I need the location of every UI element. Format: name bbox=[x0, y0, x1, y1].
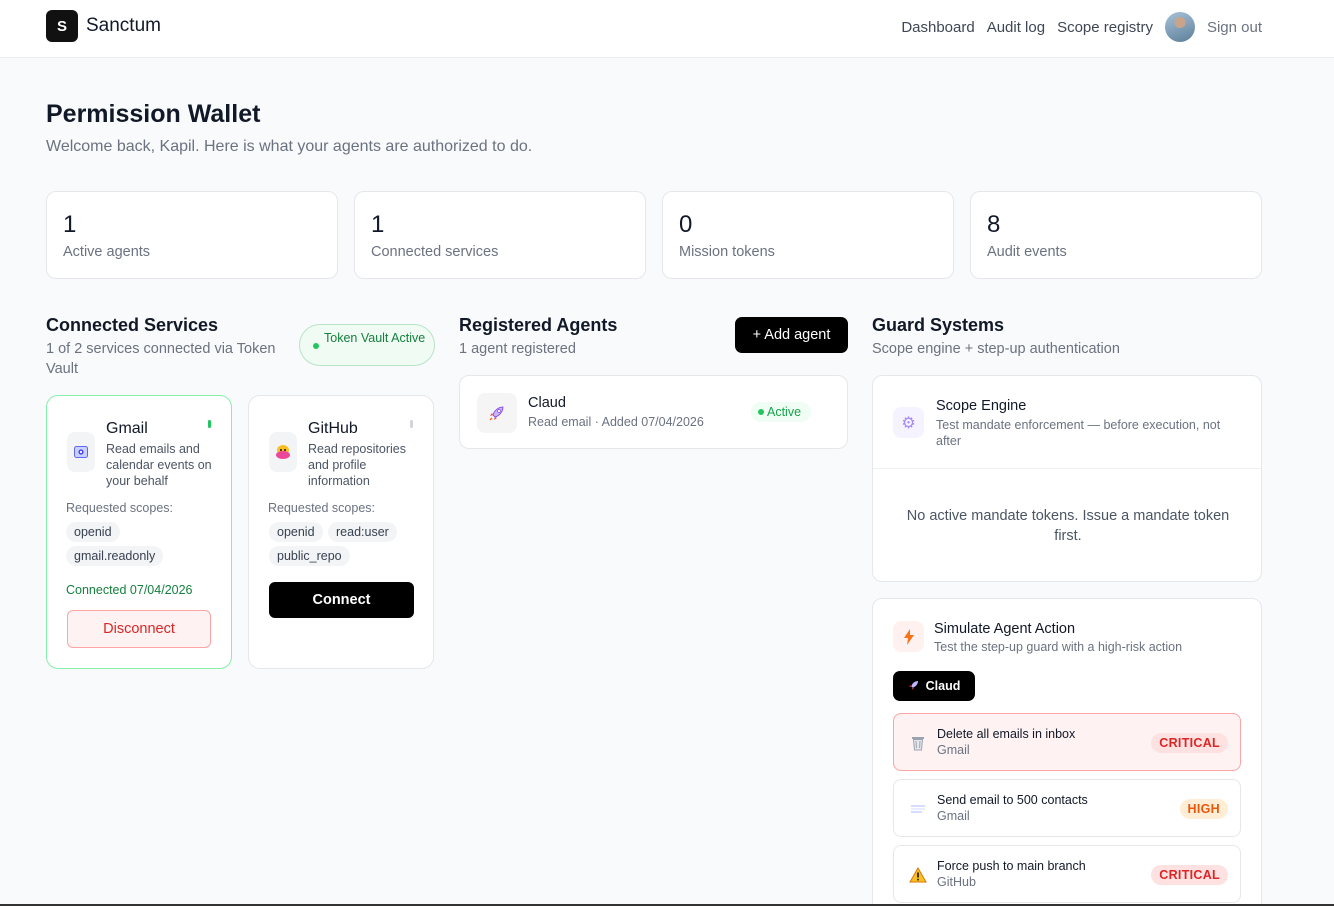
brand-name[interactable]: Sanctum bbox=[86, 15, 161, 37]
page-title: Permission Wallet bbox=[46, 100, 261, 128]
severity-badge: HIGH bbox=[1179, 799, 1228, 819]
stat-connected-services: 1 Connected services bbox=[354, 191, 646, 279]
agent-card-claud[interactable]: Claud Read email · Added 07/04/2026 Acti… bbox=[459, 375, 848, 449]
simulate-title: Simulate Agent Action bbox=[934, 621, 1076, 637]
stat-mission-tokens: 0 Mission tokens bbox=[662, 191, 954, 279]
requested-scopes-label: Requested scopes: bbox=[268, 501, 376, 515]
service-name: GitHub bbox=[308, 420, 358, 437]
status-badge: Active bbox=[751, 402, 811, 422]
token-vault-label: Token Vault Active bbox=[324, 331, 426, 345]
stat-label: Mission tokens bbox=[679, 244, 775, 260]
lightning-icon bbox=[893, 621, 924, 652]
nav-dashboard[interactable]: Dashboard bbox=[901, 19, 974, 36]
agent-meta: Read email · Added 07/04/2026 bbox=[528, 415, 704, 429]
stat-value: 0 bbox=[679, 211, 693, 238]
warning-icon bbox=[908, 865, 928, 885]
guards-title: Guard Systems bbox=[872, 315, 1005, 335]
action-service: Gmail bbox=[937, 809, 970, 823]
action-send-email[interactable]: Send email to 500 contacts Gmail HIGH bbox=[893, 779, 1241, 837]
connected-indicator bbox=[208, 420, 211, 428]
disconnected-indicator bbox=[410, 420, 413, 428]
connected-date: Connected 07/04/2026 bbox=[66, 583, 193, 597]
github-icon bbox=[269, 432, 297, 472]
services-title: Connected Services bbox=[46, 315, 219, 335]
stat-label: Active agents bbox=[63, 244, 151, 260]
scope-engine-title: Scope Engine bbox=[936, 398, 1027, 414]
action-force-push[interactable]: Force push to main branch GitHub CRITICA… bbox=[893, 845, 1241, 903]
mail-icon bbox=[908, 799, 928, 819]
scope-engine-subtitle: Test mandate enforcement — before execut… bbox=[936, 418, 1221, 448]
service-card-gmail: Gmail Read emails and calendar events on… bbox=[46, 395, 232, 669]
service-description: Read emails and calendar events on your … bbox=[106, 442, 212, 488]
rocket-icon bbox=[477, 393, 517, 433]
trash-icon bbox=[908, 733, 928, 753]
stat-audit-events: 8 Audit events bbox=[970, 191, 1262, 279]
divider bbox=[873, 468, 1261, 469]
services-subtitle: 1 of 2 services connected via Token Vaul… bbox=[46, 341, 276, 377]
stat-value: 8 bbox=[987, 211, 1001, 238]
empty-state-message: No active mandate tokens. Issue a mandat… bbox=[906, 508, 1230, 544]
action-title: Send email to 500 contacts bbox=[937, 793, 1088, 807]
top-bar: S Sanctum Dashboard Audit log Scope regi… bbox=[0, 0, 1334, 58]
scope-chip: openid bbox=[269, 522, 323, 542]
token-vault-badge: Token Vault Active bbox=[299, 324, 435, 366]
severity-badge: CRITICAL bbox=[1151, 733, 1228, 753]
scope-chip: read:user bbox=[328, 522, 397, 542]
stat-active-agents: 1 Active agents bbox=[46, 191, 338, 279]
action-service: GitHub bbox=[937, 875, 976, 889]
avatar[interactable] bbox=[1164, 12, 1195, 42]
stat-value: 1 bbox=[63, 211, 77, 238]
status-dot bbox=[758, 409, 764, 415]
requested-scopes-label: Requested scopes: bbox=[66, 501, 174, 515]
connect-button[interactable]: Connect bbox=[269, 582, 414, 618]
service-card-github: GitHub Read repositories and profile inf… bbox=[248, 395, 434, 669]
simulate-subtitle: Test the step-up guard with a high-risk … bbox=[934, 640, 1183, 654]
scope-chip: public_repo bbox=[269, 546, 350, 566]
agent-chip-label: Claud bbox=[925, 679, 961, 693]
scope-chip: openid bbox=[66, 522, 120, 542]
action-title: Delete all emails in inbox bbox=[937, 727, 1076, 741]
agent-name: Claud bbox=[528, 395, 566, 411]
status-label: Active bbox=[767, 405, 802, 419]
logo[interactable]: S bbox=[46, 10, 78, 42]
top-nav: Dashboard Audit log Scope registry Sign … bbox=[901, 11, 1262, 43]
nav-scope-registry[interactable]: Scope registry bbox=[1057, 19, 1153, 36]
nav-audit-log[interactable]: Audit log bbox=[987, 19, 1045, 36]
service-description: Read repositories and profile informatio… bbox=[308, 442, 406, 488]
severity-badge: CRITICAL bbox=[1151, 865, 1228, 885]
agents-title: Registered Agents bbox=[459, 315, 618, 335]
page-subtitle: Welcome back, Kapil. Here is what your a… bbox=[46, 138, 533, 155]
agent-selector-chip[interactable]: Claud bbox=[893, 671, 975, 701]
gear-icon: ⚙ bbox=[893, 407, 924, 438]
gmail-icon bbox=[67, 432, 95, 472]
rocket-icon bbox=[908, 679, 920, 694]
action-title: Force push to main branch bbox=[937, 859, 1086, 873]
sign-out-link[interactable]: Sign out bbox=[1207, 19, 1262, 36]
add-agent-button[interactable]: + Add agent bbox=[735, 317, 848, 353]
action-delete-emails[interactable]: Delete all emails in inbox Gmail CRITICA… bbox=[893, 713, 1241, 771]
agents-subtitle: 1 agent registered bbox=[459, 341, 576, 357]
stat-value: 1 bbox=[371, 211, 385, 238]
stat-label: Audit events bbox=[987, 244, 1067, 260]
status-dot bbox=[313, 343, 319, 349]
scope-engine-card: ⚙ Scope Engine Test mandate enforcement … bbox=[872, 375, 1262, 582]
scope-chip: gmail.readonly bbox=[66, 546, 164, 566]
action-service: Gmail bbox=[937, 743, 970, 757]
disconnect-button[interactable]: Disconnect bbox=[67, 610, 211, 648]
stat-label: Connected services bbox=[371, 244, 499, 260]
simulate-action-card: Simulate Agent Action Test the step-up g… bbox=[872, 598, 1262, 906]
guards-subtitle: Scope engine + step-up authentication bbox=[872, 341, 1120, 357]
service-name: Gmail bbox=[106, 420, 148, 437]
